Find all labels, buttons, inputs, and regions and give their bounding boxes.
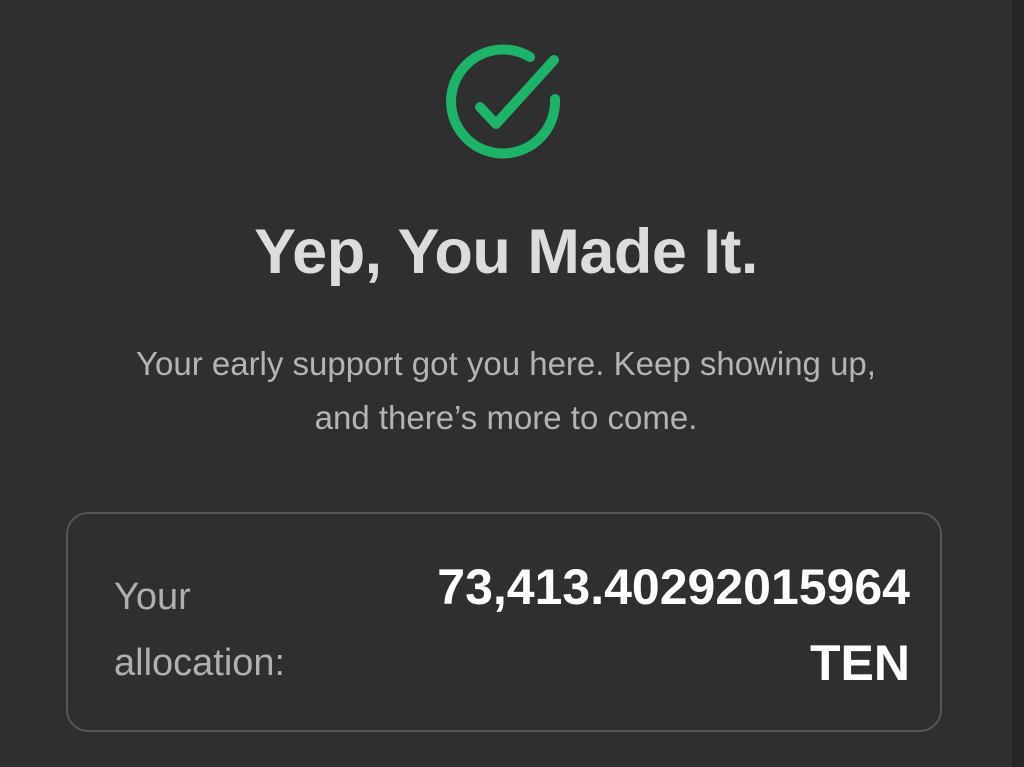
- success-title: Yep, You Made It.: [254, 217, 758, 287]
- window-edge: [1012, 0, 1024, 767]
- success-message: Your early support got you here. Keep sh…: [40, 337, 972, 445]
- check-circle-icon: [444, 42, 566, 164]
- allocation-amount: 73,413.40292015964: [437, 559, 910, 615]
- allocation-token-symbol: TEN: [810, 635, 910, 691]
- success-message-line-1: Your early support got you here. Keep sh…: [136, 345, 876, 382]
- success-message-line-2: and there’s more to come.: [314, 399, 698, 436]
- allocation-card: Your allocation: 73,413.40292015964 TEN: [66, 512, 942, 732]
